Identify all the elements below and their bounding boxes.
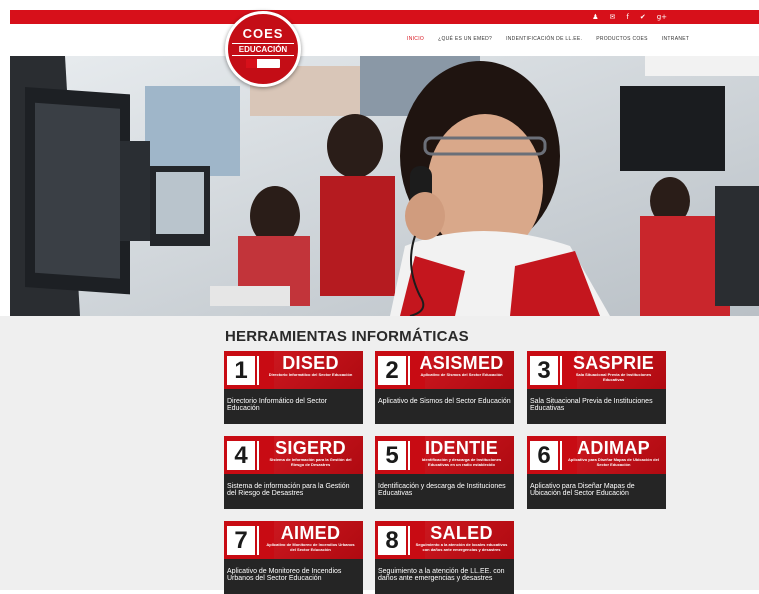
tool-subtitle: Sistema de Información para la Gestión d…	[269, 457, 352, 467]
tool-card-asismed[interactable]: 2 ASISMED Aplicativo de Sismos del Secto…	[375, 351, 514, 424]
tool-description: Aplicativo de Sismos del Sector Educació…	[375, 389, 514, 424]
tool-card-aimed[interactable]: 7 AIMED Aplicativo de Monitoreo de Incen…	[224, 521, 363, 594]
tool-number: 4	[227, 441, 259, 470]
mail-icon[interactable]: ✉	[609, 10, 615, 24]
tool-description-text: Seguimiento a la atención de LL.EE. con …	[378, 568, 505, 582]
tool-description-text: Aplicativo para Diseñar Mapas de Ubicaci…	[530, 483, 635, 497]
user-icon[interactable]: ♟	[592, 10, 598, 24]
facebook-icon[interactable]: f	[626, 10, 628, 24]
tool-description-text: Identificación y descarga de Institucion…	[378, 483, 506, 497]
tool-description-text: Aplicativo de Monitoreo de Incendios Urb…	[227, 568, 342, 582]
tool-subtitle: Seguimiento a la atención de locales edu…	[415, 542, 508, 552]
tool-banner: 3 SASPRIE Sala Situacional Previa de Ins…	[527, 351, 666, 389]
tool-description: Aplicativo de Monitoreo de Incendios Urb…	[224, 559, 363, 594]
tool-number: 8	[378, 526, 410, 555]
tool-description: Identificación y descarga de Institucion…	[375, 474, 514, 509]
social-links: ♟ ✉ f ✔ g+	[592, 10, 667, 24]
tool-card-sasprie[interactable]: 3 SASPRIE Sala Situacional Previa de Ins…	[527, 351, 666, 424]
google-plus-icon[interactable]: g+	[657, 10, 667, 24]
nav-intranet[interactable]: INTRANET	[662, 36, 689, 42]
coes-logo[interactable]: COES EDUCACIÓN	[225, 11, 301, 87]
twitter-icon[interactable]: ✔	[640, 10, 646, 24]
tool-abbr: SALED	[430, 523, 493, 543]
site-header: COES EDUCACIÓN INICIO ¿QUÉ ES UN EMED? I…	[10, 11, 759, 87]
tool-description: Seguimiento a la atención de LL.EE. con …	[375, 559, 514, 594]
tool-abbr: AIMED	[280, 523, 341, 543]
tool-number: 7	[227, 526, 259, 555]
nav-inicio[interactable]: INICIO	[407, 36, 424, 42]
nav-productos-coes[interactable]: PRODUCTOS COES	[596, 36, 648, 42]
tool-banner: 4 SIGERD Sistema de Información para la …	[224, 436, 363, 474]
tool-abbr: ASISMED	[419, 353, 504, 373]
peru-flag-icon	[246, 59, 280, 68]
tool-subtitle: Directorio Informático del Sector Educac…	[268, 372, 353, 377]
tool-number: 5	[378, 441, 410, 470]
tool-card-sigerd[interactable]: 4 SIGERD Sistema de Información para la …	[224, 436, 363, 509]
top-bar: ♟ ✉ f ✔ g+	[10, 10, 759, 24]
tool-abbr: ADIMAP	[577, 438, 650, 458]
nav-que-es-emed[interactable]: ¿QUÉ ES UN EMED?	[438, 36, 492, 42]
tool-description-text: Directorio Informático del Sector Educac…	[227, 398, 327, 412]
tool-card-saled[interactable]: 8 SALED Seguimiento a la atención de loc…	[375, 521, 514, 594]
tool-subtitle: Identificación y descarga de Institucion…	[421, 457, 502, 467]
tool-subtitle: Sala Situacional Previa de Instituciones…	[575, 372, 652, 382]
tool-banner: 6 ADIMAP Aplicativo para Diseñar Mapas d…	[527, 436, 666, 474]
tool-abbr: SIGERD	[275, 438, 346, 458]
tool-subtitle: Aplicativo de Sismos del Sector Educació…	[420, 372, 503, 377]
tool-abbr: DISED	[282, 353, 339, 373]
tool-banner: 5 IDENTIE Identificación y descarga de I…	[375, 436, 514, 474]
operations-center-photo	[10, 56, 759, 316]
tool-number: 1	[227, 356, 259, 385]
tool-banner: 2 ASISMED Aplicativo de Sismos del Secto…	[375, 351, 514, 389]
logo-subtitle: EDUCACIÓN	[232, 43, 294, 56]
tool-banner: 7 AIMED Aplicativo de Monitoreo de Incen…	[224, 521, 363, 559]
tool-description-text: Aplicativo de Sismos del Sector Educació…	[378, 398, 511, 405]
main-nav: INICIO ¿QUÉ ES UN EMED? INDENTIFICACIÓN …	[407, 36, 689, 42]
tools-section: HERRAMIENTAS INFORMÁTICAS 1 DISED Direct…	[0, 316, 759, 594]
tool-card-identie[interactable]: 5 IDENTIE Identificación y descarga de I…	[375, 436, 514, 509]
tool-description-text: Sala Situacional Previa de Instituciones…	[530, 398, 653, 412]
tool-description: Directorio Informático del Sector Educac…	[224, 389, 363, 424]
tool-card-adimap[interactable]: 6 ADIMAP Aplicativo para Diseñar Mapas d…	[527, 436, 666, 509]
tool-number: 6	[530, 441, 562, 470]
tool-description: Sala Situacional Previa de Instituciones…	[527, 389, 666, 424]
tool-card-dised[interactable]: 1 DISED Directorio Informático del Secto…	[224, 351, 363, 424]
logo-title: COES	[242, 26, 284, 41]
tool-description: Aplicativo para Diseñar Mapas de Ubicaci…	[527, 474, 666, 509]
nav-identificacion[interactable]: INDENTIFICACIÓN DE LL.EE.	[506, 36, 582, 42]
tool-description: Sistema de información para la Gestión d…	[224, 474, 363, 509]
tool-number: 2	[378, 356, 410, 385]
tool-banner: 8 SALED Seguimiento a la atención de loc…	[375, 521, 514, 559]
tool-number: 3	[530, 356, 562, 385]
hero-image	[10, 56, 759, 316]
tool-abbr: SASPRIE	[572, 353, 655, 373]
tool-abbr: IDENTIE	[424, 438, 499, 458]
tool-banner: 1 DISED Directorio Informático del Secto…	[224, 351, 363, 389]
tool-description-text: Sistema de información para la Gestión d…	[227, 483, 350, 497]
tool-subtitle: Aplicativo para Diseñar Mapas de Ubicaci…	[568, 457, 659, 467]
tools-title: HERRAMIENTAS INFORMÁTICAS	[225, 328, 469, 345]
tool-subtitle: Aplicativo de Monitoreo de Incendios Urb…	[266, 542, 355, 552]
